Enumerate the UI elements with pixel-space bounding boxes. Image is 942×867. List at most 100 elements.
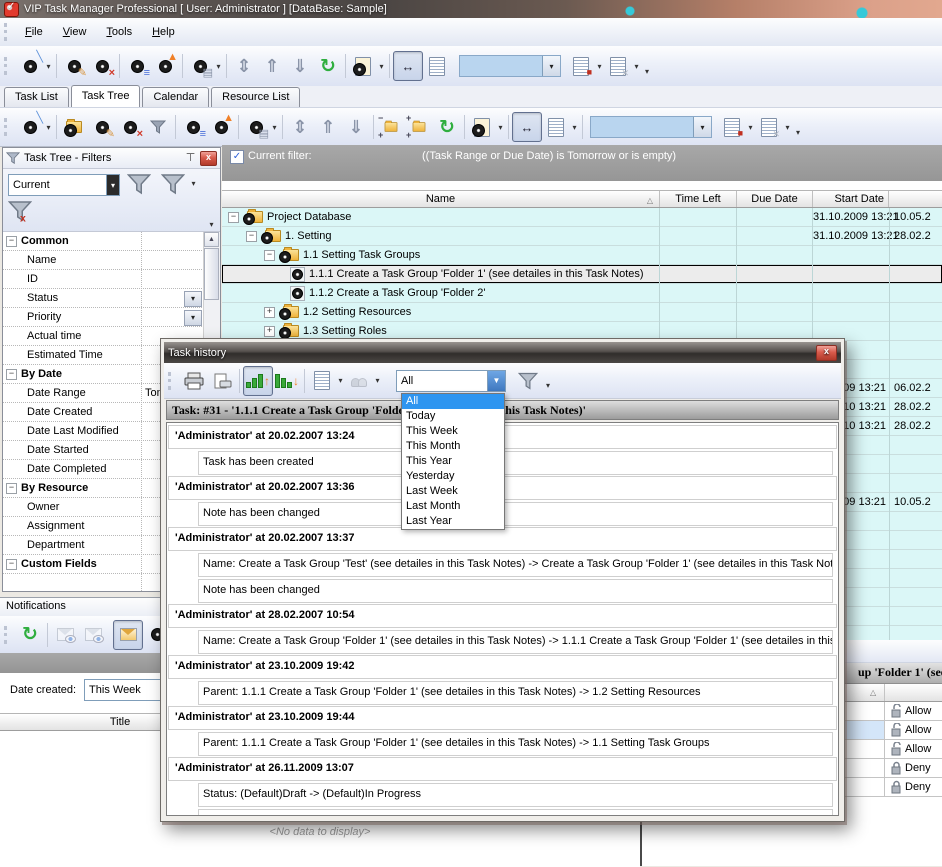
move-down-button[interactable]: ⇓ [342,113,370,141]
table-row-selected[interactable]: 1.1.1 Create a Task Group 'Folder 1' (se… [222,265,942,284]
period-combobox[interactable]: All▼ [396,370,506,392]
table-row[interactable]: Project Database 31.10.2009 13:21 10.05.… [222,208,942,227]
expand-branch-button[interactable]: −+ [377,113,405,141]
column-view[interactable]: View [886,684,942,700]
column-finish[interactable]: Finish [890,191,942,207]
filter-field[interactable]: Priority [3,308,204,327]
tab-task-tree[interactable]: Task Tree [71,85,141,107]
delete-view-button[interactable]: ✕ [604,52,632,80]
dropdown-item[interactable]: This Week [402,424,504,439]
status-dropdown-button[interactable] [184,291,202,307]
refresh-button[interactable]: ↻ [314,52,342,80]
expand-icon[interactable] [264,307,275,318]
dialog-toolbar-overflow[interactable] [546,381,550,390]
collapse-icon[interactable] [228,212,239,223]
column-due-date[interactable]: Due Date [737,191,813,207]
duplicate-task-button[interactable] [468,113,496,141]
edit-task-button[interactable]: ✎ [88,113,116,141]
priority-dropdown-button[interactable] [184,310,202,326]
delete-task-button[interactable]: × [116,113,144,141]
save-view-button[interactable]: ■ [567,52,595,80]
table-row[interactable]: 1. Setting 31.10.2009 13:21 28.02.2 [222,227,942,246]
filter-field[interactable]: Name [3,251,204,270]
gantt-chart-button[interactable]: ▤ [186,52,214,80]
resources-button[interactable] [345,367,373,395]
task-notes-button[interactable]: ≡ [123,52,151,80]
dialog-close-button[interactable]: x [816,345,837,361]
save-view-dropdown[interactable] [746,123,755,132]
dropdown-item[interactable]: Today [402,409,504,424]
view-combobox[interactable]: ▾ [459,55,561,77]
new-task-button[interactable]: ╲ [16,113,44,141]
fit-columns-button[interactable]: ↔ [393,51,423,81]
toolbar-overflow[interactable] [796,128,800,137]
show-new-notifications-button[interactable] [113,620,143,650]
task-priority-button[interactable]: ▲ [207,113,235,141]
edit-task-button[interactable]: ✎ [60,52,88,80]
sort-descending-button[interactable]: ↓ [273,367,301,395]
expand-icon[interactable] [264,326,275,337]
gantt-chart-dropdown[interactable] [214,62,223,71]
menu-help[interactable]: Help [143,23,184,41]
table-row[interactable]: 1.2 Setting Resources [222,303,942,322]
menu-view[interactable]: View [54,23,96,41]
report-dropdown[interactable] [336,376,345,385]
column-start-date[interactable]: Start Date [813,191,889,207]
sort-ascending-button[interactable]: ↑ [243,366,273,396]
task-notes-button[interactable]: ≡ [179,113,207,141]
move-up-button[interactable]: ⇑ [258,52,286,80]
dropdown-item[interactable]: Last Month [402,499,504,514]
toolbar-overflow[interactable] [645,67,649,76]
filters-toolbar-overflow[interactable] [207,220,216,229]
view-combobox[interactable]: ▾ [590,116,712,138]
save-filter-button[interactable] [161,172,185,199]
dialog-titlebar[interactable]: Task history x [164,342,841,363]
column-name[interactable]: Name [222,191,660,207]
dropdown-item[interactable]: This Month [402,439,504,454]
new-task-dropdown[interactable] [44,123,53,132]
tab-calendar[interactable]: Calendar [142,87,209,107]
dropdown-item[interactable]: Last Week [402,484,504,499]
menu-tools[interactable]: Tools [97,23,141,41]
duplicate-task-button[interactable] [349,52,377,80]
mark-read-button[interactable] [51,621,79,649]
dropdown-item[interactable]: All [402,394,504,409]
move-up-down-button[interactable]: ⇕ [230,52,258,80]
grid-view-dropdown[interactable] [570,123,579,132]
duplicate-task-dropdown[interactable] [377,62,386,71]
move-up-down-button[interactable]: ⇕ [286,113,314,141]
save-view-button[interactable]: ■ [718,113,746,141]
close-panel-button[interactable]: x [200,151,217,166]
menu-file[interactable]: File [16,23,52,41]
clear-filter-button[interactable]: x [8,199,32,226]
scroll-up-button[interactable]: ▲ [204,232,219,247]
filter-field[interactable]: Status [3,289,204,308]
dropdown-item[interactable]: Last Year [402,514,504,529]
grid-view-button[interactable] [423,52,451,80]
filter-field[interactable]: ID [3,270,204,289]
save-view-dropdown[interactable] [595,62,604,71]
delete-view-dropdown[interactable] [632,62,641,71]
move-down-button[interactable]: ⇓ [286,52,314,80]
print-button[interactable] [180,367,208,395]
current-filter-checkbox[interactable] [230,150,244,164]
task-priority-button[interactable]: ▲ [151,52,179,80]
pin-icon[interactable]: ⊤ [184,152,197,165]
filter-tasks-button[interactable] [144,113,172,141]
filter-group[interactable]: Common [3,232,204,251]
dropdown-item[interactable]: This Year [402,454,504,469]
new-task-dropdown[interactable] [44,62,53,71]
print-preview-button[interactable] [208,367,236,395]
apply-filter-button[interactable] [127,172,151,199]
scroll-thumb[interactable] [204,248,219,300]
duplicate-task-dropdown[interactable] [496,123,505,132]
refresh-button[interactable]: ↻ [433,113,461,141]
refresh-notifications-button[interactable]: ↻ [16,621,44,649]
table-row[interactable]: 1.1 Setting Task Groups [222,246,942,265]
expand-all-button[interactable]: ++ [405,113,433,141]
grid-view-button[interactable] [542,113,570,141]
delete-task-button[interactable]: × [88,52,116,80]
gantt-chart-button[interactable]: ▤ [242,113,270,141]
resources-dropdown[interactable] [373,376,382,385]
new-task-group-button[interactable] [60,113,88,141]
